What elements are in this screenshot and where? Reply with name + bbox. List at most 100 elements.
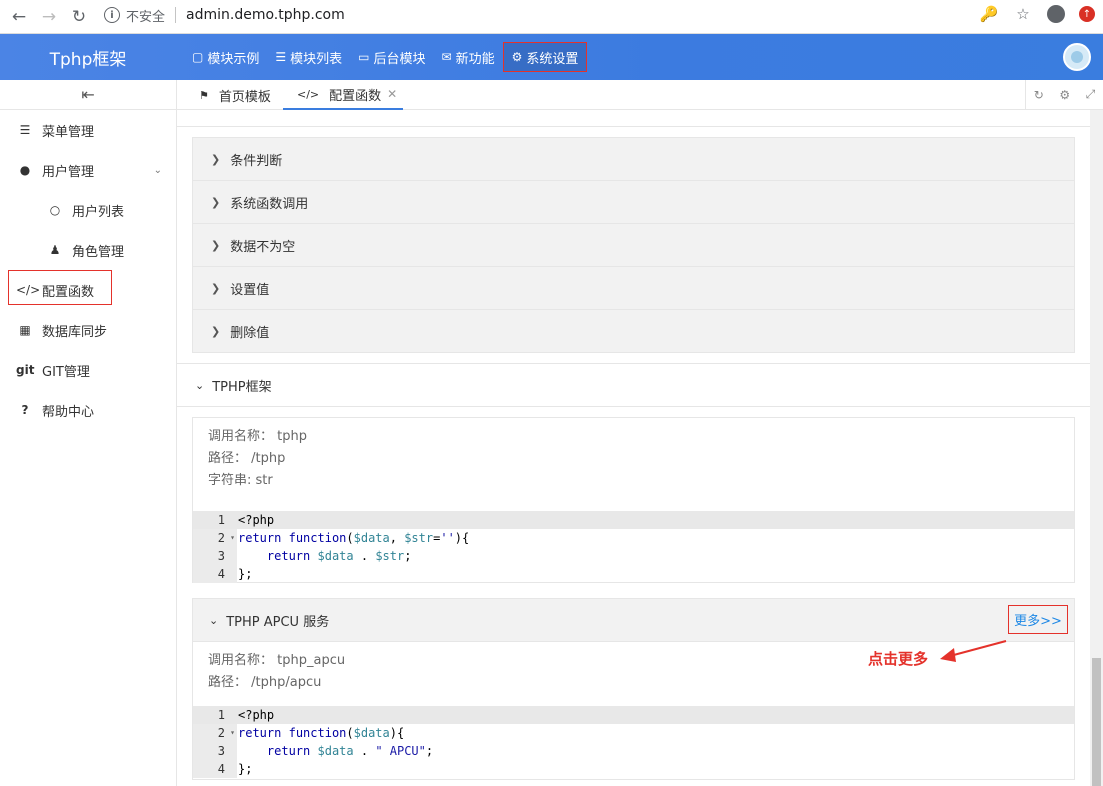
top-nav: ▢ 模块示例 ☰ 模块列表 ▭ 后台模块 ✉ 新功能 ⚙ 系统设置 <box>184 34 588 80</box>
list-item[interactable]: ❯ 数据不为空 <box>193 224 1074 267</box>
call-name-label: 调用名称： <box>208 653 274 668</box>
fold-icon: ▾ <box>230 533 235 542</box>
call-name-value: tphp_apcu <box>277 653 346 668</box>
settings-icon[interactable]: ⚙ <box>1059 88 1070 102</box>
row-label: 设置值 <box>230 282 270 298</box>
chevron-right-icon: ❯ <box>211 195 221 209</box>
sidebar-item-config-functions[interactable]: </> 配置函数 <box>0 270 176 310</box>
list-item[interactable]: ❯ 条件判断 <box>193 138 1074 181</box>
section-title: TPHP框架 <box>212 379 272 395</box>
functions-panel: ❯ 条件判断 ❯ 系统函数调用 ❯ 数据不为空 ❯ 设置值 ❯ 删除值 <box>192 137 1075 353</box>
nav-label: 新功能 <box>455 51 495 67</box>
key-icon[interactable]: 🔑 <box>979 4 999 24</box>
annotation-text: 点击更多 <box>868 650 929 668</box>
code-line: 1 <?php <box>193 511 1074 529</box>
tab-home-template[interactable]: ⚑ 首页模板 <box>191 80 279 110</box>
code-line: 3 return $data . $str; <box>193 547 1074 565</box>
avatar[interactable] <box>1063 43 1091 71</box>
profile-icon[interactable] <box>1047 5 1065 23</box>
card-title: TPHP APCU 服务 <box>226 614 330 630</box>
user-icon: ● <box>19 163 31 177</box>
sidebar-collapse-icon[interactable]: ⇤ <box>0 80 176 110</box>
address-bar[interactable]: i 不安全 admin.demo.tphp.com <box>104 3 1034 27</box>
string-value: str <box>255 473 273 488</box>
nav-item-admin-modules[interactable]: ▭ 后台模块 <box>350 42 433 72</box>
code-editor[interactable]: 1 <?php 2 ▾ return function($data){ 3 retur… <box>193 706 1074 778</box>
sidebar-item-db-sync[interactable]: ▦ 数据库同步 <box>0 310 176 350</box>
table-icon: ▦ <box>19 323 31 337</box>
function-card-tphp: 调用名称： tphp 路径： /tphp 字符串: str 1 <?php 2 ▾ r… <box>192 417 1075 583</box>
sidebar-item-user-list[interactable]: ○ 用户列表 <box>0 190 176 230</box>
nav-item-module-examples[interactable]: ▢ 模块示例 <box>184 42 267 72</box>
question-icon: ? <box>21 403 29 417</box>
sidebar-item-help[interactable]: ? 帮助中心 <box>0 390 176 430</box>
sidebar-item-label: 角色管理 <box>72 244 125 260</box>
sidebar-item-roles[interactable]: ♟ 角色管理 <box>0 230 176 270</box>
tab-label: 配置函数 <box>329 88 382 104</box>
list-item[interactable]: ❯ 设置值 <box>193 267 1074 310</box>
row-label: 条件判断 <box>230 153 283 169</box>
section-header-tphp[interactable]: ⌄ TPHP框架 <box>177 363 1090 407</box>
refresh-icon[interactable]: ↻ <box>1034 88 1044 102</box>
monitor-icon: ▢ <box>192 50 204 64</box>
menu-icon: ☰ <box>19 123 31 137</box>
sidebar: ⇤ ☰ 菜单管理 ● 用户管理 ⌄ ○ 用户列表 ♟ 角色管理 </> 配置函数… <box>0 80 177 786</box>
nav-item-module-list[interactable]: ☰ 模块列表 <box>267 42 350 72</box>
extension-icon[interactable]: ↑ <box>1079 6 1095 22</box>
scrollbar[interactable] <box>1090 110 1103 786</box>
sidebar-item-label: 数据库同步 <box>42 324 108 340</box>
nav-item-new-features[interactable]: ✉ 新功能 <box>434 42 503 72</box>
code-editor[interactable]: 1 <?php 2 ▾ return function($data, $str='')… <box>193 511 1074 583</box>
chevron-right-icon: ❯ <box>211 238 221 252</box>
highlight-box <box>8 270 112 305</box>
sidebar-item-menu[interactable]: ☰ 菜单管理 <box>0 110 176 150</box>
tab-bar: ⚑ 首页模板 </> 配置函数 ✕ ↻ ⚙ ⤢ <box>177 80 1103 110</box>
chevron-down-icon: ⌄ <box>153 164 162 176</box>
close-icon[interactable]: ✕ <box>387 87 397 101</box>
main-content: ❯ 条件判断 ❯ 系统函数调用 ❯ 数据不为空 ❯ 设置值 ❯ 删除值 ⌄ TP… <box>177 110 1090 786</box>
row-label: 系统函数调用 <box>230 196 309 212</box>
divider <box>177 110 1090 127</box>
nav-item-system-settings[interactable]: ⚙ 系统设置 <box>502 42 588 72</box>
row-label: 删除值 <box>230 326 270 341</box>
path-value: /tphp <box>251 451 286 466</box>
more-button[interactable]: 更多>> <box>1008 605 1068 634</box>
code-icon: </> <box>297 87 320 101</box>
sidebar-item-users[interactable]: ● 用户管理 ⌄ <box>0 150 176 190</box>
back-icon[interactable]: ← <box>4 3 34 31</box>
git-icon: git <box>16 363 35 377</box>
brand-title[interactable]: Tphp框架 <box>0 34 176 80</box>
card-header[interactable]: ⌄ TPHP APCU 服务 更多>> <box>193 599 1074 642</box>
forward-icon[interactable]: → <box>34 3 64 31</box>
chevron-down-icon: ⌄ <box>195 378 205 392</box>
star-icon[interactable]: ☆ <box>1013 4 1033 24</box>
reload-icon[interactable]: ↻ <box>64 3 94 31</box>
list-item[interactable]: ❯ 删除值 <box>193 310 1074 353</box>
path-label: 路径： <box>208 451 248 466</box>
annotation-arrow-icon <box>940 640 1007 662</box>
list-item[interactable]: ❯ 系统函数调用 <box>193 181 1074 224</box>
info-icon[interactable]: i <box>104 7 120 23</box>
tab-label: 首页模板 <box>218 89 271 105</box>
tab-config-functions[interactable]: </> 配置函数 ✕ <box>283 80 404 110</box>
code-line: 4}; <box>193 565 1074 583</box>
chevron-right-icon: ❯ <box>211 325 221 338</box>
list-icon: ☰ <box>275 50 287 64</box>
user-outline-icon: ○ <box>49 203 61 217</box>
app-header: Tphp框架 ▢ 模块示例 ☰ 模块列表 ▭ 后台模块 ✉ 新功能 ⚙ 系统设置 <box>0 34 1103 80</box>
path-value: /tphp/apcu <box>251 675 322 690</box>
chevron-right-icon: ❯ <box>211 281 221 295</box>
code-line: 1 <?php <box>193 706 1074 724</box>
url-text[interactable]: admin.demo.tphp.com <box>186 7 345 23</box>
card-meta: 调用名称： tphp 路径： /tphp 字符串: str <box>193 418 1074 492</box>
path-label: 路径： <box>208 675 248 690</box>
sidebar-item-git[interactable]: git GIT管理 <box>0 350 176 390</box>
mail-open-icon: ✉ <box>441 50 452 64</box>
fullscreen-icon[interactable]: ⤢ <box>1086 87 1096 102</box>
scrollbar-thumb[interactable] <box>1092 658 1101 786</box>
function-card-tphp-apcu: ⌄ TPHP APCU 服务 更多>> 调用名称： tphp_apcu 路径： … <box>192 598 1075 780</box>
nav-label: 模块列表 <box>290 51 343 67</box>
browser-toolbar: ← → ↻ i 不安全 admin.demo.tphp.com 🔑 ☆ ↑ <box>0 0 1103 34</box>
laptop-icon: ▭ <box>358 50 370 64</box>
nav-label: 后台模块 <box>373 51 426 67</box>
